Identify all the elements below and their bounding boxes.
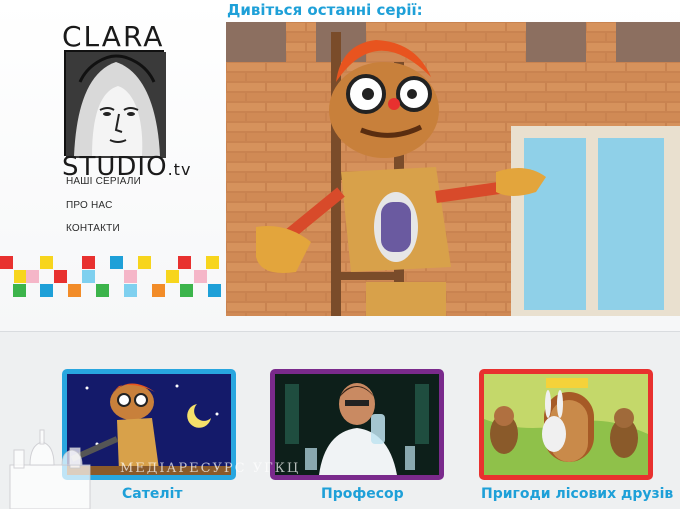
main-nav: НАШІ СЕРІАЛИ ПРО НАС КОНТАКТИ <box>66 176 141 247</box>
nav-item-series[interactable]: НАШІ СЕРІАЛИ <box>66 176 141 200</box>
card-title-forest-friends[interactable]: Пригоди лісових друзів <box>481 486 673 502</box>
card-title-satellite[interactable]: Сателіт <box>122 486 183 502</box>
watermark-text: МЕДІАРЕСУРС УГКЦ <box>120 461 301 476</box>
hero-video-thumbnail[interactable] <box>226 22 680 316</box>
clara-studio-logo[interactable]: CLARA STUDIO.tv <box>62 20 202 182</box>
logo-clara-text: CLARA <box>62 20 165 53</box>
nav-item-about[interactable]: ПРО НАС <box>66 200 141 224</box>
decorative-pixels <box>0 254 226 300</box>
card-title-professor[interactable]: Професор <box>321 486 404 502</box>
logo-face-icon <box>64 50 166 158</box>
cathedral-watermark-icon <box>0 420 100 509</box>
card-forest-friends[interactable] <box>479 369 653 480</box>
hero-title: Дивіться останні серії: <box>227 1 423 19</box>
nav-item-contacts[interactable]: КОНТАКТИ <box>66 223 141 247</box>
